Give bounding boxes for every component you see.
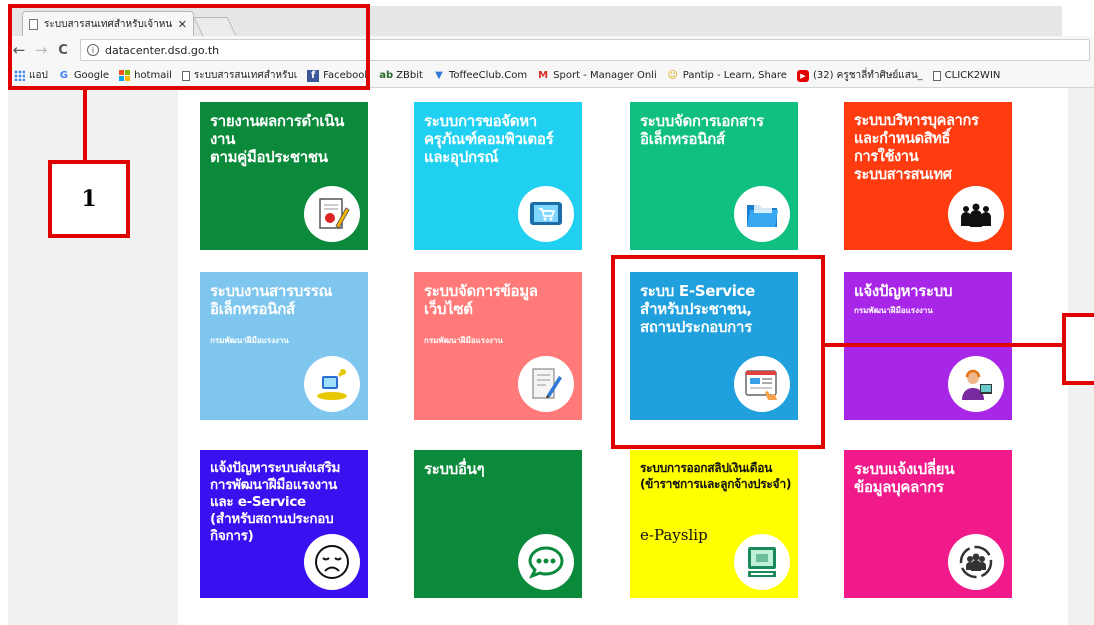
- report-icon: [304, 186, 360, 242]
- folder-icon: [734, 186, 790, 242]
- annotation-box-eservice: [611, 255, 825, 449]
- tile-folder[interactable]: ระบบจัดการเอกสาร อิเล็กทรอนิกส์: [630, 102, 798, 250]
- tile-extra-text: e-Payslip: [640, 526, 708, 544]
- tile-title: ระบบอื่นๆ: [424, 460, 485, 478]
- bookmark-item[interactable]: ▶ (32) ครูชาลี่ทำศิษย์แสน_: [796, 68, 923, 83]
- bookmark-label: Sport - Manager Onli: [553, 70, 657, 81]
- zbbit-icon: ab: [379, 70, 394, 81]
- bookmark-label: ToffeeClub.Com: [448, 70, 528, 81]
- gmail-icon: M: [538, 70, 549, 81]
- annotation-callout-2: [1062, 313, 1094, 385]
- tile-title: ระบบจัดการเอกสาร อิเล็กทรอนิกส์: [640, 112, 764, 148]
- tile-sad-face[interactable]: แจ้งปัญหาระบบส่งเสริม การพัฒนาฝีมือแรงงา…: [200, 450, 368, 598]
- bookmark-item[interactable]: CLICK2WIN: [932, 70, 1001, 81]
- tile-title: แจ้งปัญหาระบบส่งเสริม การพัฒนาฝีมือแรงงา…: [210, 460, 341, 544]
- sad-face-icon: [304, 534, 360, 590]
- tile-report[interactable]: รายงานผลการดำเนินงาน ตามคู่มือประชาชน: [200, 102, 368, 250]
- youtube-icon: ▶: [796, 69, 809, 82]
- tile-title: ระบบแจ้งเปลี่ยน ข้อมูลบุคลากร: [854, 460, 955, 496]
- tile-shopping-cart-monitor[interactable]: ระบบการขอจัดหา ครุภัณฑ์คอมพิวเตอร์ และอุ…: [414, 102, 582, 250]
- people-cycle-icon: [948, 534, 1004, 590]
- tile-e-statement[interactable]: ระบบการออกสลิปเงินเดือน (ข้าราชการและลูก…: [630, 450, 798, 598]
- page-icon: [932, 70, 941, 81]
- tile-title: รายงานผลการดำเนินงาน ตามคู่มือประชาชน: [210, 112, 345, 166]
- bookmark-label: Pantip - Learn, Share: [682, 70, 787, 81]
- shopping-cart-monitor-icon: [518, 186, 574, 242]
- bookmark-item[interactable]: M Sport - Manager Onli: [537, 70, 657, 82]
- trophy-icon: [304, 356, 360, 412]
- annotation-box-browser: [8, 4, 370, 90]
- bookmark-label: CLICK2WIN: [944, 70, 1001, 81]
- tile-trophy[interactable]: ระบบงานสารบรรณ อิเล็กทรอนิกส์กรมพัฒนาฝีม…: [200, 272, 368, 420]
- chat-bubble-icon: [518, 534, 574, 590]
- annotation-callout-1: 1: [48, 160, 130, 238]
- support-agent-icon: [948, 356, 1004, 412]
- pantip-icon: ☺: [667, 70, 678, 81]
- tile-people-cycle[interactable]: ระบบแจ้งเปลี่ยน ข้อมูลบุคลากร: [844, 450, 1012, 598]
- bookmark-item[interactable]: ▼ ToffeeClub.Com: [433, 70, 527, 82]
- tile-title: ระบบงานสารบรรณ อิเล็กทรอนิกส์: [210, 282, 333, 318]
- bookmark-label: (32) ครูชาลี่ทำศิษย์แสน_: [812, 70, 923, 81]
- document-pen-icon: [518, 356, 574, 412]
- annotation-line-2: [825, 343, 1065, 347]
- bookmark-item[interactable]: ab ZBbit: [379, 70, 423, 82]
- tile-title: ระบบจัดการข้อมูล เว็บไซต์: [424, 282, 538, 318]
- tile-chat-bubble[interactable]: ระบบอื่นๆ: [414, 450, 582, 598]
- e-statement-icon: [734, 534, 790, 590]
- annotation-line-1: [83, 90, 87, 162]
- bookmark-label: ZBbit: [396, 70, 423, 81]
- people-group-icon: [948, 186, 1004, 242]
- tile-subtitle: กรมพัฒนาฝีมือแรงงาน: [210, 336, 289, 345]
- tile-subtitle: กรมพัฒนาฝีมือแรงงาน: [854, 306, 933, 315]
- toffeeclub-icon: ▼: [435, 70, 443, 81]
- tile-subtitle: กรมพัฒนาฝีมือแรงงาน: [424, 336, 503, 345]
- tile-title: ระบบการขอจัดหา ครุภัณฑ์คอมพิวเตอร์ และอุ…: [424, 112, 554, 166]
- tile-title: ระบบบริหารบุคลากร และกำหนดสิทธิ์ การใช้ง…: [854, 113, 979, 183]
- tile-title: แจ้งปัญหาระบบ: [854, 282, 953, 300]
- tile-people-group[interactable]: ระบบบริหารบุคลากร และกำหนดสิทธิ์ การใช้ง…: [844, 102, 1012, 250]
- page-background: รายงานผลการดำเนินงาน ตามคู่มือประชาชนระบ…: [8, 88, 1094, 625]
- tile-title: ระบบการออกสลิปเงินเดือน (ข้าราชการและลูก…: [640, 461, 792, 491]
- tile-document-pen[interactable]: ระบบจัดการข้อมูล เว็บไซต์กรมพัฒนาฝีมือแร…: [414, 272, 582, 420]
- bookmark-item[interactable]: ☺ Pantip - Learn, Share: [667, 70, 787, 82]
